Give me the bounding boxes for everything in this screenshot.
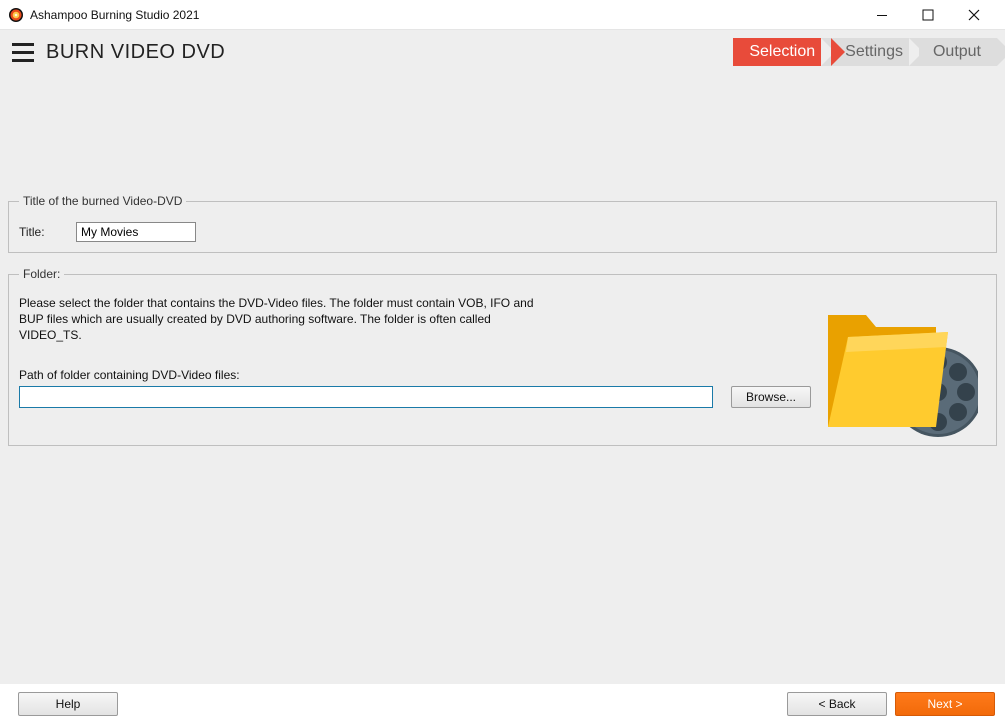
menu-icon[interactable] (8, 37, 38, 67)
header-bar: BURN VIDEO DVD Selection Settings Output (0, 30, 1005, 74)
content-area: Title of the burned Video-DVD Title: Fol… (0, 74, 1005, 684)
browse-button[interactable]: Browse... (731, 386, 811, 408)
title-input[interactable] (76, 222, 196, 242)
folder-description: Please select the folder that contains t… (19, 295, 539, 344)
folder-group-legend: Folder: (19, 267, 64, 281)
title-label: Title: (19, 225, 64, 239)
maximize-button[interactable] (905, 0, 951, 30)
title-group: Title of the burned Video-DVD Title: (8, 194, 997, 253)
back-button[interactable]: < Back (787, 692, 887, 716)
path-label: Path of folder containing DVD-Video file… (19, 368, 811, 382)
step-selection[interactable]: Selection (733, 38, 831, 66)
close-button[interactable] (951, 0, 997, 30)
minimize-button[interactable] (859, 0, 905, 30)
app-icon (8, 7, 24, 23)
title-group-legend: Title of the burned Video-DVD (19, 194, 186, 208)
page-title: BURN VIDEO DVD (46, 41, 225, 64)
next-button[interactable]: Next > (895, 692, 995, 716)
step-breadcrumb: Selection Settings Output (733, 30, 997, 74)
footer-bar: Help < Back Next > (0, 684, 1005, 726)
folder-group: Folder: Please select the folder that co… (8, 267, 997, 446)
window-title: Ashampoo Burning Studio 2021 (30, 8, 199, 22)
help-button[interactable]: Help (18, 692, 118, 716)
title-bar: Ashampoo Burning Studio 2021 (0, 0, 1005, 30)
folder-movie-icon (818, 297, 978, 442)
path-input[interactable] (19, 386, 713, 408)
